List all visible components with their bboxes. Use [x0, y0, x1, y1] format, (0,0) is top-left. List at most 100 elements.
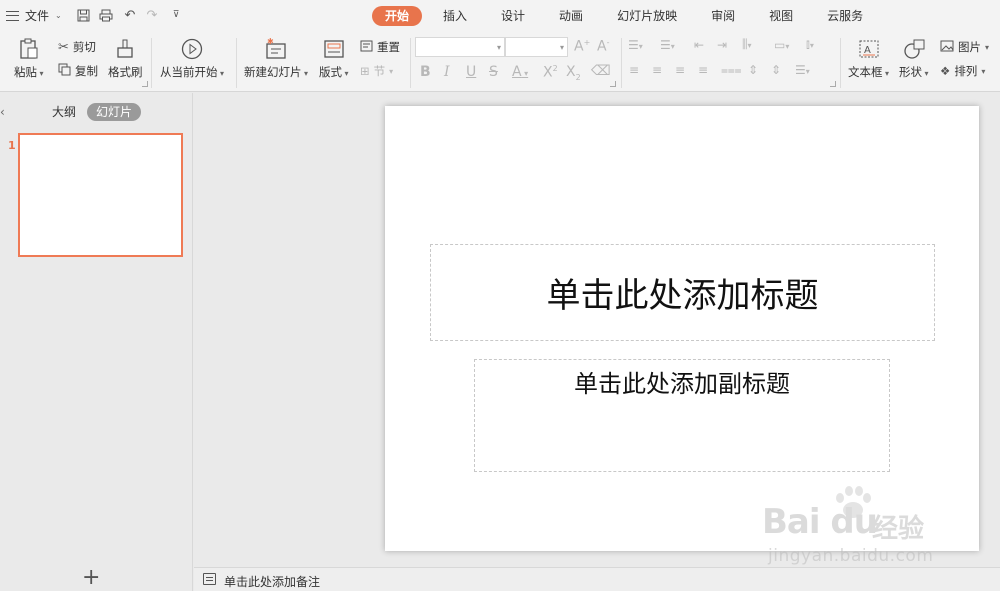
subtitle-placeholder-text: 单击此处添加副标题 [574, 370, 790, 398]
new-slide-button[interactable]: ✱ 新建幻灯片 ▾ [244, 38, 308, 80]
save-icon[interactable] [74, 6, 92, 24]
font-group-launcher[interactable] [610, 81, 616, 87]
clipboard-group-launcher[interactable] [142, 81, 148, 87]
justify-icon[interactable]: ≡ [698, 63, 708, 77]
underline-icon[interactable]: U [466, 64, 476, 80]
title-placeholder-text: 单击此处添加标题 [546, 276, 819, 316]
print-icon[interactable] [97, 6, 115, 24]
numbering-icon[interactable]: ☰▾ [660, 38, 675, 52]
align-right-icon[interactable]: ≡ [675, 63, 685, 77]
list-options-icon[interactable]: ☰▾ [795, 63, 810, 77]
play-icon [180, 38, 204, 60]
format-brush-icon [113, 38, 137, 60]
text-direction-icon[interactable]: ⫼▾ [742, 37, 752, 52]
arrange-icon: ❖ [940, 64, 951, 78]
text-box-button[interactable]: A 文本框 ▾ [848, 38, 889, 80]
align-text-icon[interactable]: ⫾▾ [806, 37, 814, 52]
layout-button[interactable]: 版式 ▾ [319, 38, 349, 80]
tab-cloud[interactable]: 云服务 [814, 6, 876, 26]
clipboard-icon [17, 38, 41, 60]
divider [621, 38, 622, 88]
section-icon: ⊞ [360, 64, 370, 78]
subscript-icon[interactable]: X2 [566, 64, 581, 82]
section-label: 节 [373, 64, 386, 78]
arrange-label: 排列 [954, 64, 978, 78]
font-name-select[interactable]: ▾ [415, 37, 505, 57]
slides-pane: ‹ 大纲 幻灯片 1 + [0, 93, 193, 591]
text-box-label: 文本框 [848, 65, 883, 79]
align-left-icon[interactable]: ≡ [629, 63, 639, 77]
font-color-icon[interactable]: A ▾ [512, 64, 528, 80]
clear-format-icon[interactable]: ⌫ [591, 63, 611, 79]
italic-icon[interactable]: I [444, 64, 450, 80]
paste-button[interactable]: 粘贴 ▾ [14, 38, 44, 80]
hamburger-icon [6, 10, 19, 21]
new-slide-icon: ✱ [264, 38, 288, 60]
scissors-icon: ✂ [58, 39, 69, 55]
divider [840, 38, 841, 88]
cut-button[interactable]: ✂ 剪切 [58, 39, 96, 55]
decrease-indent-icon[interactable]: ⇤ [694, 38, 704, 52]
picture-icon [940, 40, 954, 55]
watermark-logo: Bai du [762, 502, 878, 542]
align-center-icon[interactable]: ≡ [652, 63, 662, 77]
tab-design[interactable]: 设计 [488, 6, 538, 26]
tab-slides[interactable]: 幻灯片 [87, 103, 142, 121]
play-from-current-button[interactable]: 从当前开始 ▾ [160, 38, 224, 80]
bold-icon[interactable]: B [420, 64, 431, 80]
paragraph-spacing-icon[interactable]: ⇕ [771, 63, 781, 77]
superscript-icon[interactable]: X2 [543, 64, 558, 81]
copy-button[interactable]: 复制 [58, 63, 98, 79]
collapse-pane-icon[interactable]: ‹ [0, 105, 5, 119]
tab-review[interactable]: 审阅 [698, 6, 748, 26]
reset-button[interactable]: 重置 [360, 39, 400, 55]
file-menu[interactable]: 文件 ⌄ [6, 7, 62, 24]
tab-animation[interactable]: 动画 [546, 6, 596, 26]
layout-icon [322, 38, 346, 60]
picture-button[interactable]: 图片 ▾ [940, 39, 989, 55]
shape-button[interactable]: 形状 ▾ [899, 38, 929, 80]
customize-toolbar-icon[interactable]: ⊽ [167, 6, 185, 24]
increase-indent-icon[interactable]: ⇥ [717, 38, 727, 52]
shapes-icon [902, 38, 926, 60]
notes-placeholder: 单击此处添加备注 [224, 575, 321, 589]
paragraph-group-launcher[interactable] [830, 81, 836, 87]
layout-label: 版式 [319, 65, 342, 79]
reset-label: 重置 [377, 40, 400, 54]
divider [236, 38, 237, 88]
add-slide-icon[interactable]: + [82, 567, 100, 589]
subtitle-placeholder[interactable]: 单击此处添加副标题 [474, 359, 890, 472]
format-painter-button[interactable]: 格式刷 [108, 38, 143, 80]
arrange-button[interactable]: ❖ 排列 ▾ [940, 63, 985, 79]
slide-number: 1 [8, 139, 16, 152]
tab-outline[interactable]: 大纲 [43, 103, 85, 121]
distribute-icon[interactable]: ⩶ [721, 63, 742, 78]
tab-insert[interactable]: 插入 [430, 6, 480, 26]
svg-text:A: A [864, 45, 871, 56]
line-spacing-icon[interactable]: ⇕ [748, 63, 758, 77]
tab-view[interactable]: 视图 [756, 6, 806, 26]
slide-thumbnail[interactable] [18, 133, 183, 257]
tab-home[interactable]: 开始 [372, 6, 423, 26]
ribbon: 粘贴 ▾ ✂ 剪切 复制 格式刷 从当前开始 ▾ ✱ 新建幻灯片 ▾ 版式 ▾ … [0, 32, 1000, 92]
title-bar: 文件 ⌄ ↶ ↷ ⊽ 开始 插入 设计 动画 幻灯片放映 审阅 视图 云服务 [0, 0, 1000, 32]
strikethrough-icon[interactable]: S [489, 64, 498, 80]
tab-slideshow[interactable]: 幻灯片放映 [604, 6, 690, 26]
new-slide-label: 新建幻灯片 [244, 65, 302, 79]
title-placeholder[interactable]: 单击此处添加标题 [430, 244, 935, 341]
section-button[interactable]: ⊞ 节 ▾ [360, 63, 393, 79]
undo-icon[interactable]: ↶ [121, 6, 139, 24]
paste-label: 粘贴 [14, 65, 37, 79]
shrink-font-icon[interactable]: A- [597, 38, 609, 55]
columns-icon[interactable]: ▭▾ [774, 38, 789, 52]
format-painter-label: 格式刷 [108, 65, 143, 79]
copy-label: 复制 [75, 64, 98, 78]
text-box-icon: A [857, 38, 881, 60]
bullets-icon[interactable]: ☰▾ [628, 38, 643, 52]
watermark-brand: 经验 [872, 514, 925, 544]
cut-label: 剪切 [72, 40, 96, 54]
redo-icon[interactable]: ↷ [143, 6, 161, 24]
copy-icon [58, 63, 71, 79]
font-size-select[interactable]: ▾ [505, 37, 568, 57]
grow-font-icon[interactable]: A+ [574, 38, 590, 55]
